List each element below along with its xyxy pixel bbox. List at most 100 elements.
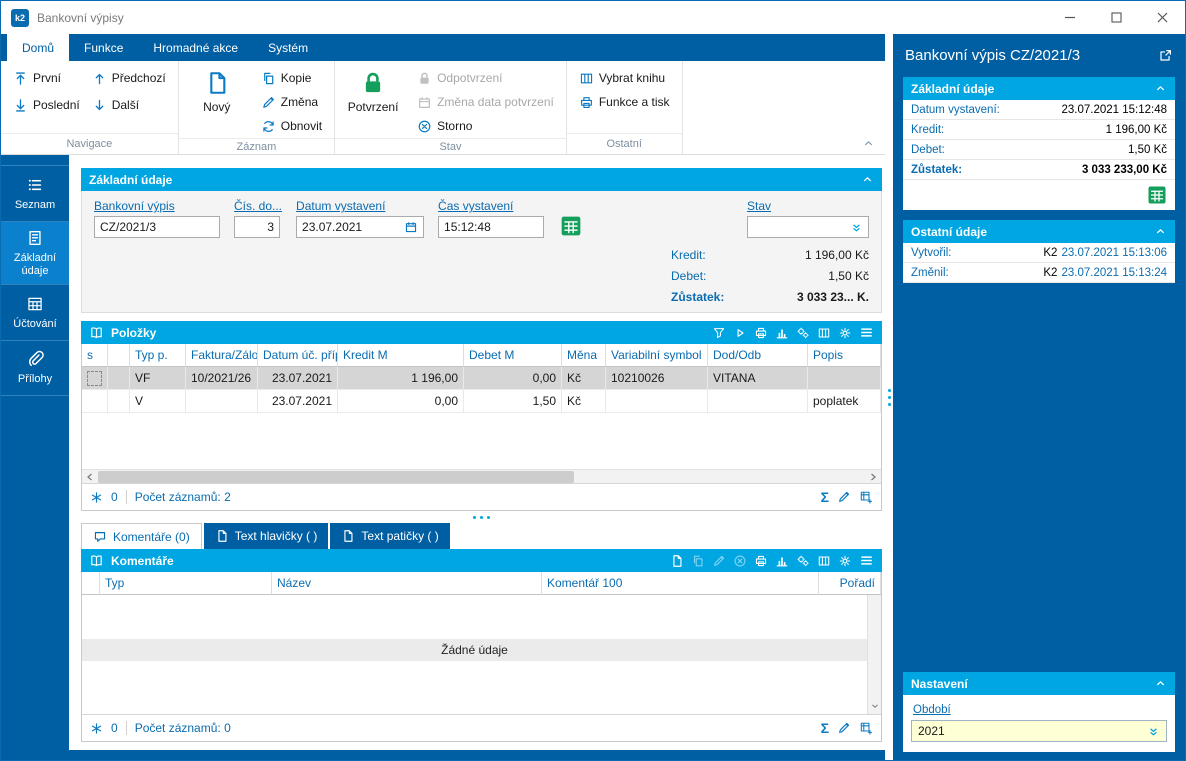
vertical-splitter[interactable] — [885, 34, 893, 760]
edit-icon[interactable] — [712, 554, 726, 568]
settings-gear-icon[interactable] — [838, 326, 852, 340]
collapse-section-icon[interactable] — [1154, 225, 1167, 238]
cell[interactable]: 23.07.2021 — [258, 367, 338, 390]
tab-komentare[interactable]: Komentáře (0) — [81, 523, 202, 549]
sum-icon[interactable]: Σ — [821, 721, 829, 735]
edit-icon[interactable] — [837, 721, 851, 735]
field-label-link[interactable]: Čas vystavení — [438, 199, 544, 213]
column-header[interactable]: Debet M — [464, 344, 562, 367]
column-header[interactable]: Měna — [562, 344, 606, 367]
cell[interactable]: 0,00 — [464, 367, 562, 390]
tab-text-hlavicky[interactable]: Text hlavičky ( ) — [204, 523, 329, 549]
functions-print-button[interactable]: Funkce a tisk — [575, 90, 674, 114]
obdobi-label[interactable]: Období — [913, 704, 951, 716]
change-button[interactable]: Změna — [257, 90, 326, 114]
cell[interactable]: 1,50 — [464, 390, 562, 413]
table-row-selected[interactable]: VF 10/2021/26 23.07.2021 1 196,00 0,00 K… — [82, 367, 881, 390]
collapse-section-icon[interactable] — [1154, 82, 1167, 95]
cell[interactable]: Kč — [562, 367, 606, 390]
scrollbar-track[interactable] — [98, 470, 865, 483]
close-button[interactable] — [1139, 1, 1185, 34]
columns-icon[interactable] — [817, 326, 831, 340]
cell[interactable]: 1 196,00 — [338, 367, 464, 390]
sidebar-item-uctovani[interactable]: Účtování — [1, 284, 69, 340]
copy-button[interactable]: Kopie — [257, 66, 326, 90]
tab-system[interactable]: Systém — [253, 34, 323, 61]
change-confirm-date-button[interactable]: Změna data potvrzení — [413, 90, 558, 114]
field-label-link[interactable]: Datum vystavení — [296, 199, 424, 213]
table-row[interactable]: V 23.07.2021 0,00 1,50 Kč poplatek — [82, 390, 881, 413]
add-grid-icon[interactable] — [859, 721, 873, 735]
settings-gear-icon[interactable] — [838, 554, 852, 568]
sidebar-item-seznam[interactable]: Seznam — [1, 165, 69, 221]
gears-icon[interactable] — [796, 554, 810, 568]
cell[interactable]: V — [130, 390, 186, 413]
field-label-link[interactable]: Bankovní výpis — [94, 199, 220, 213]
open-grid-button[interactable] — [558, 214, 584, 238]
open-in-window-icon[interactable] — [1158, 48, 1173, 63]
collapse-panel-icon[interactable] — [861, 173, 874, 186]
chart-icon[interactable] — [775, 554, 789, 568]
columns-icon[interactable] — [817, 554, 831, 568]
column-header[interactable]: Název — [272, 572, 542, 595]
column-header[interactable]: Komentář 100 — [542, 572, 819, 595]
unconfirm-button[interactable]: Odpotvrzení — [413, 66, 558, 90]
select-book-button[interactable]: Vybrat knihu — [575, 66, 674, 90]
column-header[interactable]: Pořadí — [819, 572, 881, 595]
next-button[interactable]: Další — [88, 93, 170, 117]
gears-icon[interactable] — [796, 326, 810, 340]
horizontal-splitter[interactable] — [81, 511, 882, 523]
print-icon[interactable] — [754, 326, 768, 340]
scroll-left-button[interactable] — [82, 470, 98, 484]
column-header[interactable]: Datum úč. příp. — [258, 344, 338, 367]
cell[interactable] — [808, 367, 881, 390]
sum-icon[interactable]: Σ — [821, 490, 829, 504]
ribbon-collapse-button[interactable] — [862, 137, 875, 150]
scroll-right-button[interactable] — [865, 470, 881, 484]
stav-combobox[interactable] — [747, 216, 869, 238]
new-document-icon[interactable] — [670, 554, 684, 568]
row-selector-cell[interactable] — [82, 367, 108, 390]
edit-icon[interactable] — [837, 490, 851, 504]
column-header[interactable]: Typ p. — [130, 344, 186, 367]
tab-hromadne-akce[interactable]: Hromadné akce — [138, 34, 253, 61]
vertical-scrollbar[interactable] — [867, 595, 881, 714]
dropdown-icon[interactable] — [1147, 725, 1160, 738]
calendar-icon[interactable] — [404, 220, 418, 234]
column-header[interactable]: Variabilní symbol — [606, 344, 708, 367]
new-button[interactable]: Nový — [187, 66, 247, 138]
dropdown-icon[interactable] — [850, 221, 863, 234]
cell[interactable]: VITANA — [708, 367, 808, 390]
scrollbar-thumb[interactable] — [98, 471, 574, 483]
sidebar-item-zakladni-udaje[interactable]: Základní údaje — [1, 221, 69, 284]
column-header[interactable]: Popis — [808, 344, 881, 367]
datum-vystaveni-input[interactable]: 23.07.2021 — [296, 216, 424, 238]
cas-vystaveni-input[interactable]: 15:12:48 — [438, 216, 544, 238]
column-header[interactable]: Typ — [100, 572, 272, 595]
bankovni-vypis-input[interactable]: CZ/2021/3 — [94, 216, 220, 238]
open-grid-button[interactable] — [1147, 185, 1167, 205]
confirm-button[interactable]: Potvrzení — [343, 66, 403, 138]
cell[interactable]: Kč — [562, 390, 606, 413]
field-label-link[interactable]: Čís. do... — [234, 199, 282, 213]
first-button[interactable]: První — [9, 66, 84, 90]
maximize-button[interactable] — [1093, 1, 1139, 34]
tab-domu[interactable]: Domů — [7, 34, 69, 61]
delete-icon[interactable] — [733, 554, 747, 568]
refresh-button[interactable]: Obnovit — [257, 114, 326, 138]
cell[interactable] — [186, 390, 258, 413]
cell[interactable] — [708, 390, 808, 413]
cell[interactable]: 10/2021/26 — [186, 367, 258, 390]
column-header[interactable] — [108, 344, 130, 367]
menu-icon[interactable] — [859, 325, 874, 340]
play-icon[interactable] — [733, 326, 747, 340]
copy-icon[interactable] — [691, 554, 705, 568]
column-header[interactable]: Kredit M — [338, 344, 464, 367]
last-button[interactable]: Poslední — [9, 93, 84, 117]
tab-text-paticky[interactable]: Text patičky ( ) — [330, 523, 449, 549]
minimize-button[interactable] — [1047, 1, 1093, 34]
tab-funkce[interactable]: Funkce — [69, 34, 138, 61]
cell[interactable] — [82, 390, 108, 413]
field-label-link[interactable]: Stav — [747, 199, 869, 213]
storno-button[interactable]: Storno — [413, 114, 558, 138]
